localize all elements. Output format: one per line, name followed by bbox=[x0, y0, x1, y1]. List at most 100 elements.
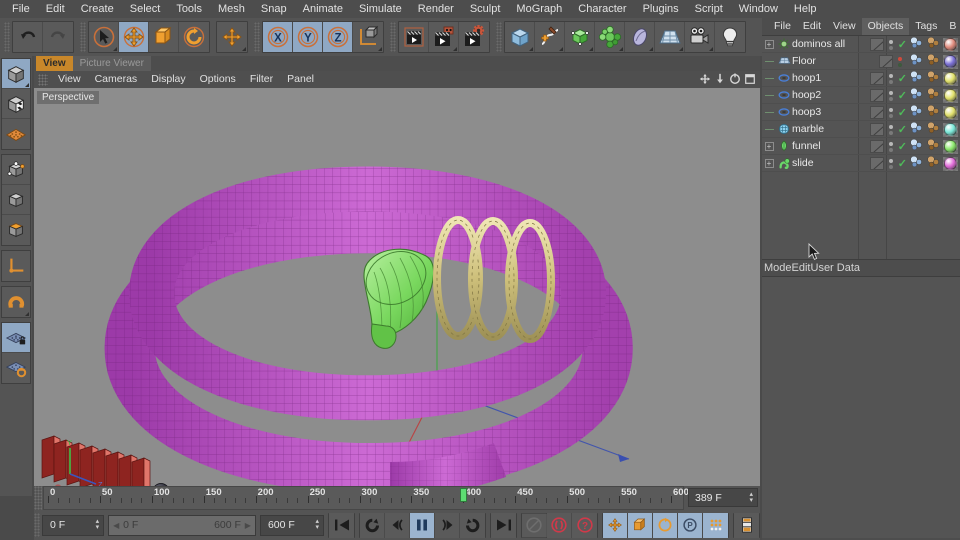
editor-visibility-dot[interactable] bbox=[888, 158, 893, 163]
lock-y-axis-button[interactable]: Y bbox=[293, 22, 323, 52]
visibility-dots[interactable] bbox=[886, 141, 896, 152]
rotate-tool[interactable] bbox=[179, 22, 209, 52]
visibility-dots[interactable] bbox=[886, 39, 896, 50]
phong-tag-icon[interactable] bbox=[909, 87, 924, 104]
redo-button[interactable] bbox=[43, 22, 73, 52]
menu-item-window[interactable]: Window bbox=[731, 0, 786, 18]
pause-button[interactable] bbox=[410, 512, 435, 538]
object-enable-checkmark[interactable]: ✓ bbox=[898, 141, 907, 152]
material-tag-icon[interactable] bbox=[943, 88, 958, 103]
maximize-view-button[interactable] bbox=[743, 72, 757, 86]
menu-item-mograph[interactable]: MoGraph bbox=[508, 0, 570, 18]
dynamics-tag-icon[interactable] bbox=[926, 138, 941, 155]
viewport-canvas[interactable]: Perspective Y Z bbox=[34, 88, 760, 486]
phong-tag-icon[interactable] bbox=[909, 53, 924, 70]
object-hoop3[interactable]: hoop3 ✓ bbox=[762, 104, 960, 121]
menu-item-create[interactable]: Create bbox=[73, 0, 122, 18]
object-manager-menu-objects[interactable]: Objects bbox=[861, 18, 910, 35]
dynamics-tag-icon[interactable] bbox=[926, 87, 941, 104]
go-to-end-button[interactable] bbox=[491, 512, 516, 538]
render-to-picture-viewer-button[interactable] bbox=[429, 22, 459, 52]
current-frame-spinner[interactable]: ▴ ▾ bbox=[96, 518, 100, 531]
timeline-playhead[interactable] bbox=[460, 488, 468, 502]
dynamics-tag-icon[interactable] bbox=[926, 36, 941, 53]
menu-item-character[interactable]: Character bbox=[570, 0, 634, 18]
record-pla-button[interactable]: P bbox=[678, 512, 703, 538]
move-axis-button[interactable] bbox=[217, 22, 247, 52]
tab-view[interactable]: View bbox=[36, 56, 73, 71]
dynamics-tag-icon[interactable] bbox=[926, 70, 941, 87]
lock-x-axis-button[interactable]: X bbox=[263, 22, 293, 52]
polygons-mode-button[interactable] bbox=[2, 215, 30, 245]
object-slide[interactable]: + slide ✓ bbox=[762, 155, 960, 172]
add-camera-button[interactable] bbox=[685, 22, 715, 52]
previous-frame-button[interactable] bbox=[385, 512, 410, 538]
visibility-dots[interactable] bbox=[886, 73, 896, 84]
expand-toggle[interactable]: + bbox=[762, 141, 776, 151]
scale-tool[interactable] bbox=[149, 22, 179, 52]
dynamics-tag-icon[interactable] bbox=[926, 121, 941, 138]
editor-visibility-dot[interactable] bbox=[888, 39, 893, 44]
toolbar-gripper-3[interactable] bbox=[254, 22, 260, 52]
attribute-manager-menu-user-data[interactable]: User Data bbox=[811, 262, 861, 274]
object-hoop2[interactable]: hoop2 ✓ bbox=[762, 87, 960, 104]
object-manager-menu-bookmarks[interactable]: B bbox=[943, 18, 960, 35]
menu-item-animate[interactable]: Animate bbox=[295, 0, 351, 18]
visibility-dots[interactable] bbox=[886, 90, 896, 101]
add-floor-button[interactable] bbox=[655, 22, 685, 52]
phong-tag-icon[interactable] bbox=[909, 121, 924, 138]
render-settings-button[interactable] bbox=[459, 22, 489, 52]
menu-item-edit[interactable]: Edit bbox=[38, 0, 73, 18]
material-tag-icon[interactable] bbox=[943, 156, 958, 171]
viewport-menu-gripper[interactable] bbox=[38, 73, 48, 86]
expand-toggle[interactable]: + bbox=[762, 158, 776, 168]
timeline-ruler-body[interactable]: 0 50 100 150 200 250 300 350 400 450 500 550 600 bbox=[43, 486, 689, 510]
display-tag-icon[interactable] bbox=[869, 89, 884, 102]
render-visibility-dot[interactable] bbox=[888, 164, 893, 169]
display-tag-icon[interactable] bbox=[869, 140, 884, 153]
add-spline-button[interactable] bbox=[535, 22, 565, 52]
add-generator-button[interactable] bbox=[565, 22, 595, 52]
visibility-dots[interactable] bbox=[895, 56, 905, 67]
display-tag-icon[interactable] bbox=[879, 55, 893, 68]
display-tag-icon[interactable] bbox=[869, 72, 884, 85]
keyframe-selection-button[interactable]: ? bbox=[572, 512, 597, 538]
axis-mode-button[interactable] bbox=[2, 251, 30, 281]
menu-item-select[interactable]: Select bbox=[122, 0, 169, 18]
phong-tag-icon[interactable] bbox=[909, 104, 924, 121]
object-manager-menu-file[interactable]: File bbox=[768, 18, 797, 35]
viewport-menu-options[interactable]: Options bbox=[193, 71, 243, 88]
object-manager-menu-view[interactable]: View bbox=[827, 18, 862, 35]
timeline-layout-button[interactable] bbox=[734, 512, 759, 538]
object-enable-checkmark[interactable]: ✓ bbox=[898, 90, 907, 101]
menu-item-help[interactable]: Help bbox=[786, 0, 825, 18]
object-marble[interactable]: marble ✓ bbox=[762, 121, 960, 138]
timeline-gripper[interactable] bbox=[34, 486, 42, 510]
dynamics-tag-icon[interactable] bbox=[926, 53, 941, 70]
object-enable-checkmark[interactable]: ✓ bbox=[898, 124, 907, 135]
model-mode-button[interactable] bbox=[2, 89, 30, 119]
editor-visibility-dot[interactable] bbox=[888, 107, 893, 112]
live-selection-tool[interactable] bbox=[89, 22, 119, 52]
dynamics-tag-icon[interactable] bbox=[926, 155, 941, 172]
render-visibility-dot[interactable] bbox=[898, 62, 902, 67]
object-enable-checkmark[interactable]: ✓ bbox=[898, 39, 907, 50]
undo-button[interactable] bbox=[13, 22, 43, 52]
timeline-ruler[interactable]: 0 50 100 150 200 250 300 350 400 450 500 550 600 389… bbox=[34, 486, 760, 510]
object-dominos-all[interactable]: + dominos all ✓ bbox=[762, 36, 960, 53]
object-hoop1[interactable]: hoop1 ✓ bbox=[762, 70, 960, 87]
workplane-lock-button[interactable] bbox=[2, 323, 30, 353]
phong-tag-icon[interactable] bbox=[909, 155, 924, 172]
object-enable-checkmark[interactable]: ✓ bbox=[898, 107, 907, 118]
object-manager-list[interactable]: + dominos all ✓ Floor hoop1 ✓ hoop2 ✓ hoop3 ✓ marb… bbox=[762, 35, 960, 259]
menu-item-plugins[interactable]: Plugins bbox=[635, 0, 687, 18]
display-tag-icon[interactable] bbox=[869, 157, 884, 170]
menu-item-mesh[interactable]: Mesh bbox=[210, 0, 253, 18]
preview-range-left-arrow[interactable]: ◀ bbox=[113, 521, 119, 530]
preview-range-field[interactable]: ◀ 0 F 600 F ▶ bbox=[108, 514, 256, 536]
object-manager-menu-edit[interactable]: Edit bbox=[797, 18, 827, 35]
visibility-dots[interactable] bbox=[886, 158, 896, 169]
viewport-menu-panel[interactable]: Panel bbox=[280, 71, 321, 88]
toolbar-gripper[interactable] bbox=[4, 22, 10, 52]
add-scene-object-button[interactable] bbox=[625, 22, 655, 52]
